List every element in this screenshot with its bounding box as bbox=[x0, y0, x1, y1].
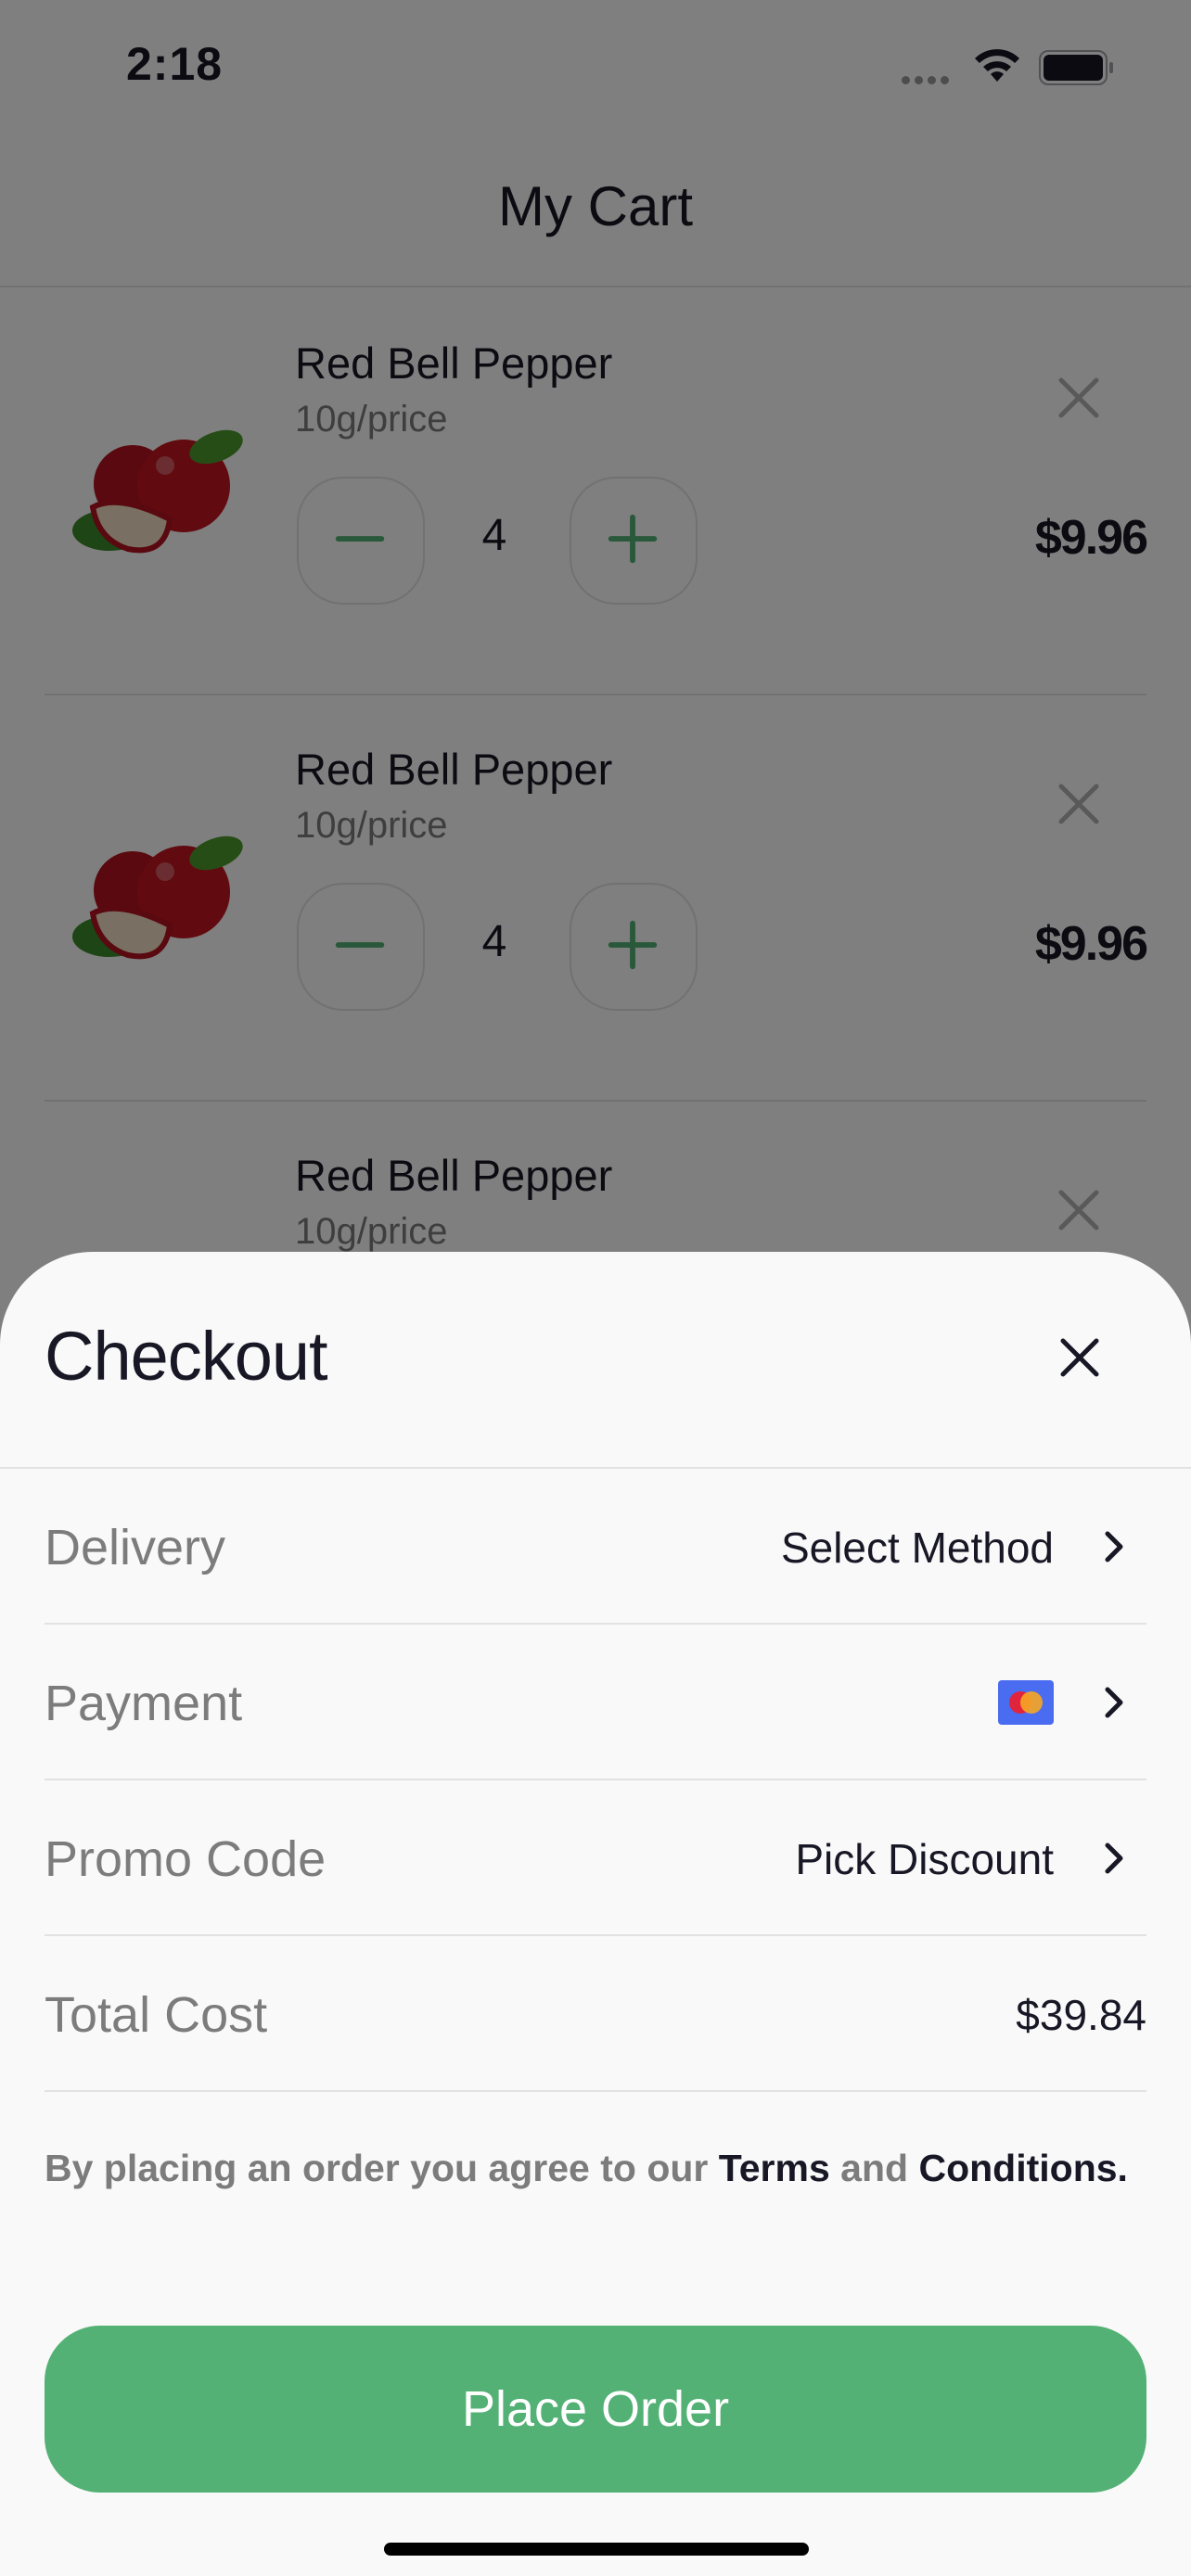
promo-code-row[interactable]: Promo Code Pick Discount bbox=[45, 1780, 1146, 1936]
terms-text: By placing an order you agree to our Ter… bbox=[45, 2144, 1146, 2192]
delivery-row[interactable]: Delivery Select Method bbox=[45, 1469, 1146, 1625]
terms-prefix: By placing an order you agree to our bbox=[45, 2147, 719, 2189]
promo-code-label: Promo Code bbox=[45, 1831, 327, 1887]
home-indicator bbox=[384, 2543, 809, 2556]
terms-and: and bbox=[829, 2147, 919, 2189]
total-cost-row: Total Cost $39.84 bbox=[45, 1936, 1146, 2092]
total-cost-label: Total Cost bbox=[45, 1987, 268, 2043]
delivery-label: Delivery bbox=[45, 1520, 226, 1575]
terms-link[interactable]: Terms bbox=[719, 2147, 830, 2189]
promo-code-value: Pick Discount bbox=[795, 1835, 1054, 1883]
checkout-sheet: Checkout Delivery Select Method Payment … bbox=[0, 1252, 1191, 2576]
place-order-button[interactable]: Place Order bbox=[45, 2326, 1146, 2493]
conditions-link[interactable]: Conditions. bbox=[918, 2147, 1127, 2189]
chevron-right-icon bbox=[1105, 1687, 1123, 1718]
close-icon[interactable] bbox=[1057, 1335, 1102, 1380]
cart-screen: 2:18 My Cart Red Bell Pepper 10g/price bbox=[0, 0, 1191, 2576]
delivery-value: Select Method bbox=[780, 1524, 1054, 1572]
mastercard-icon bbox=[998, 1680, 1054, 1725]
chevron-right-icon bbox=[1105, 1531, 1123, 1562]
payment-row[interactable]: Payment bbox=[45, 1625, 1146, 1780]
chevron-right-icon bbox=[1105, 1843, 1123, 1874]
payment-label: Payment bbox=[45, 1676, 243, 1731]
checkout-title: Checkout bbox=[45, 1318, 328, 1395]
total-cost-value: $39.84 bbox=[1016, 1991, 1146, 2039]
